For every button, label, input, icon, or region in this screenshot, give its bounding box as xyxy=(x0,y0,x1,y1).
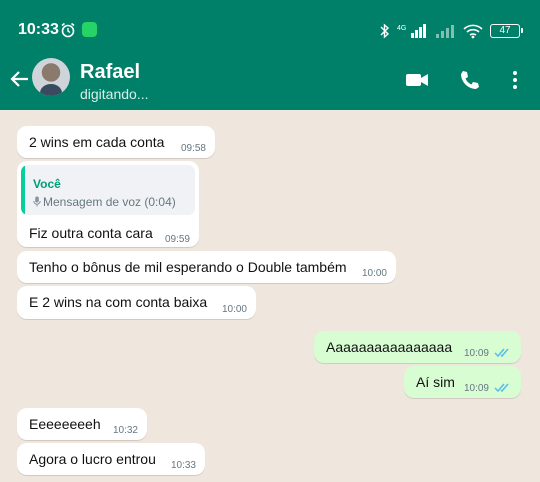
message-text: Tenho o bônus de mil esperando o Double … xyxy=(29,259,347,275)
message-outgoing[interactable]: Aí sim 10:09 xyxy=(404,366,521,398)
wifi-icon xyxy=(463,24,483,39)
quote-accent-bar xyxy=(21,165,25,215)
message-incoming[interactable]: E 2 wins na com conta baixa 10:00 xyxy=(17,286,256,319)
message-time: 10:33 xyxy=(170,460,196,471)
microphone-icon xyxy=(33,196,41,207)
alarm-icon xyxy=(61,22,75,38)
message-time: 10:32 xyxy=(112,425,138,436)
message-time: 09:59 xyxy=(164,234,190,245)
quoted-message[interactable]: Você Mensagem de voz (0:04) xyxy=(21,165,195,215)
message-text: Fiz outra conta cara xyxy=(29,225,153,241)
read-receipt-icon xyxy=(494,383,509,393)
video-call-icon[interactable] xyxy=(405,68,429,92)
contact-status: digitando... xyxy=(80,86,149,102)
contact-name[interactable]: Rafael xyxy=(80,61,140,84)
message-time: 09:58 xyxy=(180,143,206,154)
battery-icon: 47 xyxy=(490,24,523,38)
message-outgoing[interactable]: Aaaaaaaaaaaaaaaa 10:09 xyxy=(314,331,521,363)
whatsapp-notification-icon xyxy=(82,22,97,37)
network-type-label: 4G xyxy=(397,25,406,32)
message-incoming[interactable]: Tenho o bônus de mil esperando o Double … xyxy=(17,251,396,283)
message-time: 10:00 xyxy=(361,268,387,279)
message-time: 10:09 xyxy=(463,348,489,359)
message-text: Aaaaaaaaaaaaaaaa xyxy=(326,339,453,355)
message-incoming[interactable]: Eeeeeeeeh 10:32 xyxy=(17,408,147,440)
message-text: E 2 wins na com conta baixa xyxy=(29,294,208,310)
bluetooth-icon xyxy=(380,23,390,39)
status-icons: 4G 47 xyxy=(380,23,523,39)
quote-text: Mensagem de voz (0:04) xyxy=(43,195,176,209)
back-arrow-icon[interactable] xyxy=(8,68,30,90)
signal-icon: 4G xyxy=(397,24,426,38)
message-text: 2 wins em cada conta xyxy=(29,134,165,150)
message-incoming[interactable]: 2 wins em cada conta 09:58 xyxy=(17,126,215,158)
message-text: Agora o lucro entrou xyxy=(29,451,156,467)
more-options-icon[interactable] xyxy=(503,68,527,92)
message-text: Aí sim xyxy=(416,374,455,390)
message-time: 10:09 xyxy=(463,383,489,394)
chat-messages[interactable]: 2 wins em cada conta 09:58 Você Mensagem… xyxy=(0,110,540,482)
status-bar: 10:33 4G 47 xyxy=(0,0,540,52)
signal-secondary-icon xyxy=(436,25,454,38)
chat-header: Rafael digitando... xyxy=(0,52,540,110)
quote-author: Você xyxy=(33,177,61,191)
avatar[interactable] xyxy=(32,58,70,96)
status-time: 10:33 xyxy=(18,21,59,38)
message-time: 10:00 xyxy=(221,304,247,315)
message-incoming[interactable]: Você Mensagem de voz (0:04) Fiz outra co… xyxy=(17,161,199,247)
voice-call-icon[interactable] xyxy=(458,68,482,92)
read-receipt-icon xyxy=(494,348,509,358)
message-text: Eeeeeeeeh xyxy=(29,416,101,432)
message-incoming[interactable]: Agora o lucro entrou 10:33 xyxy=(17,443,205,475)
